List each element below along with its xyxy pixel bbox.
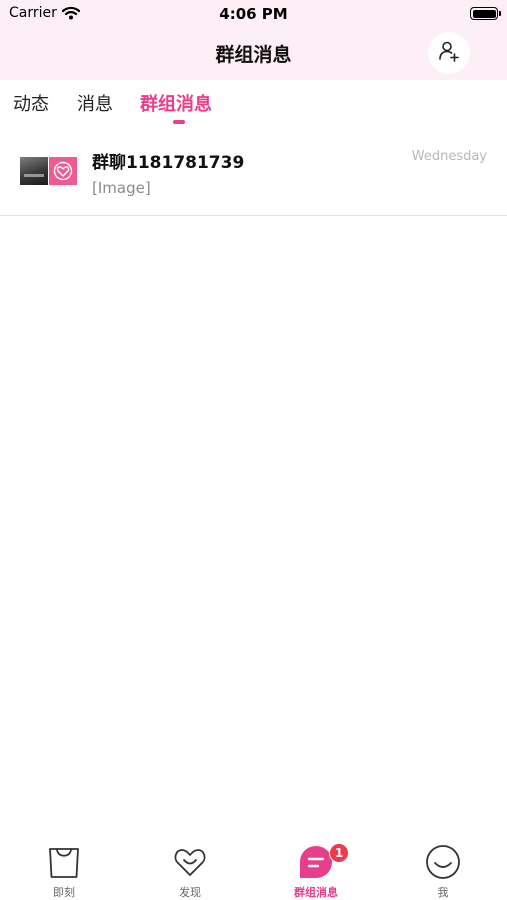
- conversation-row[interactable]: 群聊1181781739 [Image] Wednesday: [0, 136, 507, 216]
- heart-icon: [172, 844, 208, 880]
- tab-messages[interactable]: 消息: [77, 90, 113, 116]
- tabbar-label: 群组消息: [294, 886, 338, 899]
- add-user-icon: [438, 40, 460, 66]
- add-friend-button[interactable]: [428, 32, 470, 74]
- shopping-bag-icon: [46, 844, 82, 880]
- unread-badge: 1: [329, 843, 349, 863]
- tabbar-item-me[interactable]: 我: [380, 838, 506, 900]
- tab-dynamic[interactable]: 动态: [13, 90, 49, 116]
- smiley-icon: [425, 844, 461, 880]
- conversation-time: Wednesday: [411, 149, 487, 164]
- conversation-preview: [Image]: [92, 179, 151, 197]
- tabbar-label: 发现: [179, 886, 201, 899]
- battery-icon: [470, 7, 501, 20]
- group-avatar: [20, 157, 77, 185]
- tabbar-label: 我: [437, 886, 449, 899]
- heart-logo-icon: [49, 157, 77, 185]
- conversation-name: 群聊1181781739: [92, 153, 245, 173]
- photo-thumbnail: [20, 157, 48, 185]
- tabbar-item-group-messages[interactable]: 1 群组消息: [253, 838, 379, 900]
- bottom-tab-bar: 即刻 发现 1 群组消息 我: [0, 838, 507, 900]
- top-tabs: 动态 消息 群组消息: [0, 80, 507, 124]
- tabbar-item-discover[interactable]: 发现: [127, 838, 253, 900]
- status-time: 4:06 PM: [219, 5, 288, 23]
- tabbar-item-now[interactable]: 即刻: [1, 838, 127, 900]
- status-bar: Carrier 4:06 PM: [0, 0, 507, 28]
- tabbar-label: 即刻: [53, 886, 75, 899]
- tab-group-messages[interactable]: 群组消息: [140, 90, 212, 116]
- active-tab-indicator: [173, 120, 185, 124]
